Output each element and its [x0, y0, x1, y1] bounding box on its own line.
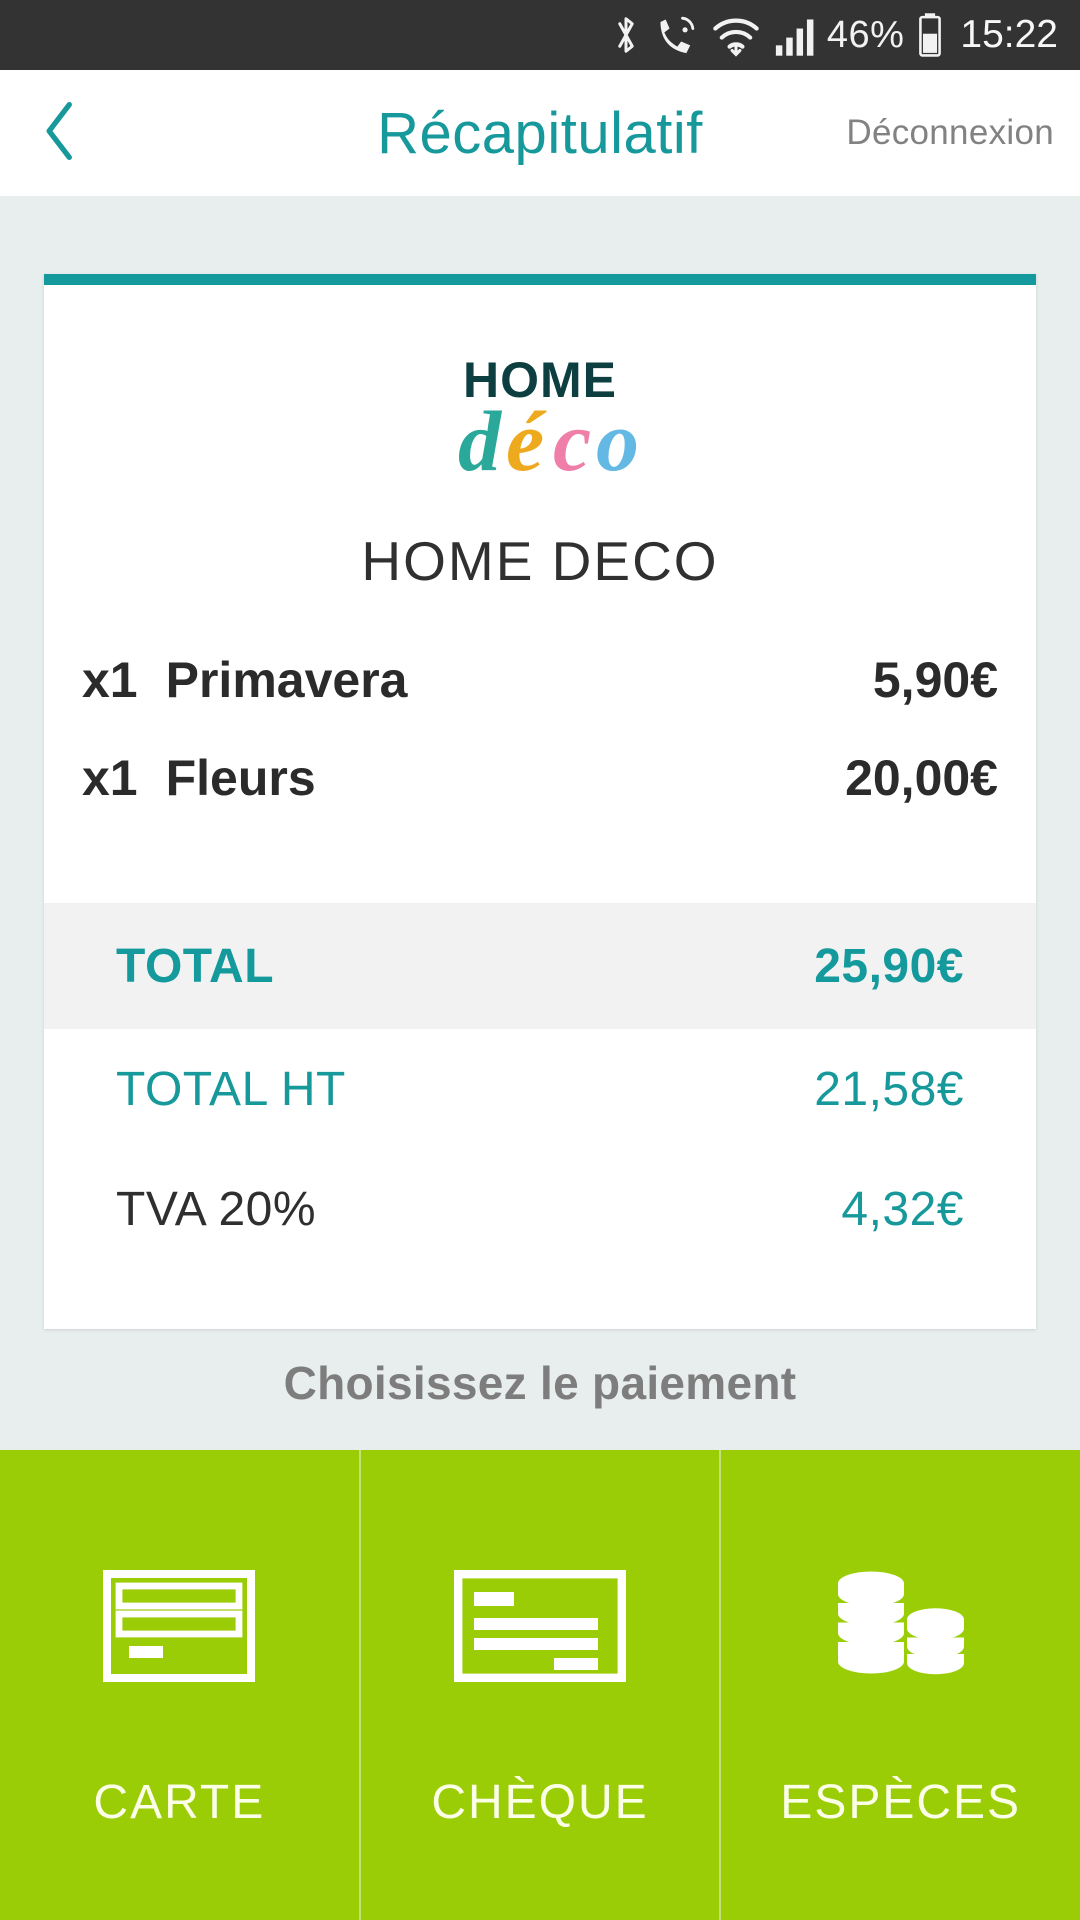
total-label: TOTAL: [116, 939, 275, 993]
item-quantity: x1: [82, 652, 138, 708]
app-header: Récapitulatif Déconnexion: [0, 70, 1080, 196]
shop-name: HOME DECO: [361, 530, 719, 592]
payment-option-carte[interactable]: CARTE: [0, 1450, 359, 1920]
tva-label: TVA 20%: [116, 1182, 317, 1236]
payment-option-especes[interactable]: ESPÈCES: [719, 1450, 1080, 1920]
battery-percent-label: 46%: [826, 13, 905, 56]
wifi-calling-icon: [654, 13, 698, 57]
chevron-left-icon: [41, 100, 79, 167]
cheque-icon: [454, 1541, 626, 1711]
total-ht-value: 21,58€: [814, 1062, 964, 1116]
receipt-scroll-area[interactable]: HOME d é c o HOME DECO x1 Primavera 5,90…: [0, 196, 1080, 1450]
wifi-icon: [711, 13, 761, 57]
receipt-accent-bar: [44, 274, 1036, 285]
payment-option-label: CHÈQUE: [431, 1775, 649, 1829]
shop-logo: HOME d é c o: [44, 285, 1036, 495]
bluetooth-icon: [611, 13, 641, 57]
total-value: 25,90€: [814, 939, 964, 993]
tva-row: TVA 20% 4,32€: [44, 1149, 1036, 1269]
logout-link[interactable]: Déconnexion: [846, 113, 1054, 153]
svg-text:é: é: [506, 393, 547, 489]
status-bar: 46% 15:22: [0, 0, 1080, 70]
coins-icon: [826, 1541, 976, 1711]
item-name: Fleurs: [165, 750, 316, 806]
svg-text:o: o: [596, 393, 639, 489]
receipt-item-row: x1 Fleurs 20,00€: [44, 749, 1036, 847]
svg-text:d: d: [458, 393, 503, 489]
receipt-item-row: x1 Primavera 5,90€: [44, 651, 1036, 749]
back-button[interactable]: [0, 70, 120, 196]
payment-option-cheque[interactable]: CHÈQUE: [358, 1450, 720, 1920]
svg-text:c: c: [553, 393, 591, 489]
signal-bars-icon: [774, 13, 814, 57]
total-row: TOTAL 25,90€: [44, 903, 1036, 1029]
receipt-card: HOME d é c o HOME DECO x1 Primavera 5,90…: [44, 274, 1036, 1329]
item-name: Primavera: [165, 652, 408, 708]
item-price: 5,90€: [872, 652, 998, 708]
status-bar-clock: 15:22: [960, 13, 1058, 56]
home-deco-logo-icon: HOME d é c o: [458, 352, 639, 489]
total-ht-row: TOTAL HT 21,58€: [44, 1029, 1036, 1149]
payment-option-label: CARTE: [93, 1775, 266, 1829]
choose-payment-heading: Choisissez le paiement: [283, 1357, 797, 1409]
battery-icon: [917, 12, 943, 58]
credit-card-icon: [103, 1541, 256, 1711]
receipt-items: x1 Primavera 5,90€ x1 Fleurs 20,00€: [44, 651, 1036, 847]
payment-methods-bar: CARTE CHÈQUE ESPÈCES: [0, 1450, 1080, 1920]
item-price: 20,00€: [845, 750, 998, 806]
tva-value: 4,32€: [841, 1182, 964, 1236]
total-ht-label: TOTAL HT: [116, 1062, 346, 1116]
payment-option-label: ESPÈCES: [780, 1775, 1022, 1829]
item-quantity: x1: [82, 750, 138, 806]
